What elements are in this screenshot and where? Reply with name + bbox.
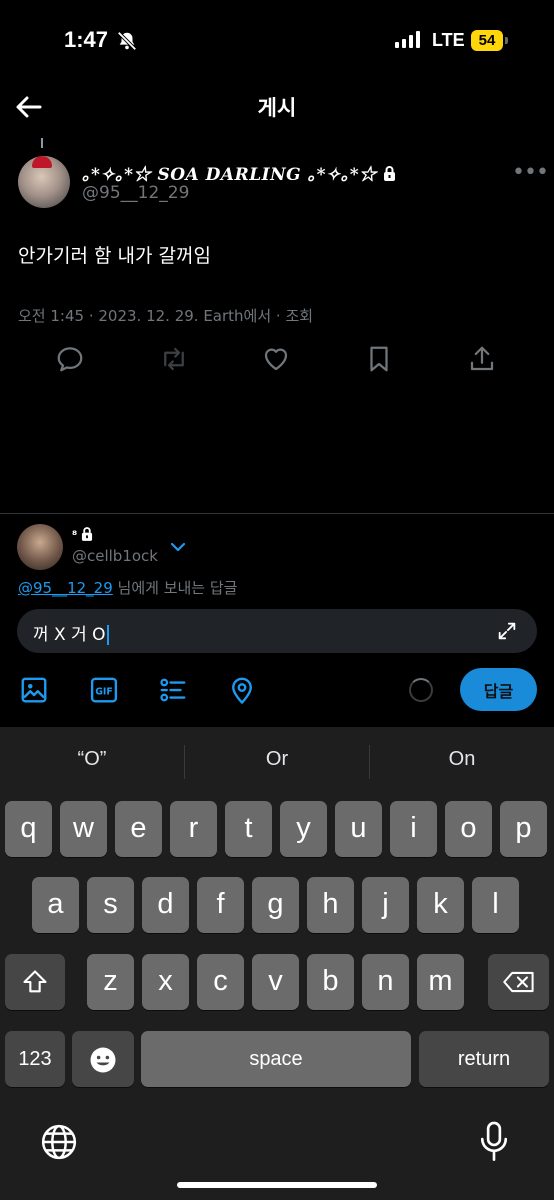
return-key[interactable]: return (419, 1031, 549, 1087)
image-icon[interactable] (19, 675, 49, 705)
emoji-key[interactable] (72, 1031, 134, 1087)
account-name[interactable]: ⁸ (72, 527, 93, 544)
replying-suffix: 님에게 보내는 답글 (112, 579, 238, 597)
reply-button[interactable]: 답글 (460, 668, 537, 711)
key-e[interactable]: e (115, 801, 162, 857)
shift-key[interactable] (5, 954, 65, 1010)
space-key[interactable]: space (141, 1031, 411, 1087)
account-name-text: ⁸ (72, 528, 78, 542)
key-y[interactable]: y (280, 801, 327, 857)
suggestion-1[interactable]: “O” (0, 748, 184, 771)
key-u[interactable]: u (335, 801, 382, 857)
reply-icon[interactable] (55, 344, 85, 378)
key-w[interactable]: w (60, 801, 107, 857)
replying-to: @95__12_29 님에게 보내는 답글 (18, 577, 237, 598)
suggestion-3[interactable]: On (370, 748, 554, 771)
mic-icon[interactable] (476, 1120, 512, 1168)
signal-icon (395, 31, 420, 48)
key-r[interactable]: r (170, 801, 217, 857)
numbers-key[interactable]: 123 (5, 1031, 65, 1087)
key-v[interactable]: v (252, 954, 299, 1010)
key-k[interactable]: k (417, 877, 464, 933)
key-j[interactable]: j (362, 877, 409, 933)
key-b[interactable]: b (307, 954, 354, 1010)
key-s[interactable]: s (87, 877, 134, 933)
lock-icon (81, 527, 93, 544)
bookmark-icon[interactable] (364, 344, 394, 378)
key-o[interactable]: o (445, 801, 492, 857)
thread-line (41, 138, 43, 148)
author-handle[interactable]: @95__12_29 (82, 183, 189, 203)
character-count-ring (409, 678, 433, 702)
poll-icon[interactable] (158, 675, 188, 705)
key-g[interactable]: g (252, 877, 299, 933)
avatar[interactable] (17, 524, 63, 570)
reply-input-value[interactable]: 꺼 X 거 O (33, 620, 109, 645)
key-c[interactable]: c (197, 954, 244, 1010)
emoji-icon (88, 1045, 118, 1083)
home-indicator (177, 1182, 377, 1188)
key-h[interactable]: h (307, 877, 354, 933)
key-p[interactable]: p (500, 801, 547, 857)
like-icon[interactable] (261, 344, 291, 378)
gif-icon[interactable]: GIF (89, 675, 119, 705)
page-title: 게시 (257, 96, 297, 120)
key-m[interactable]: m (417, 954, 464, 1010)
key-z[interactable]: z (87, 954, 134, 1010)
suggestion-2[interactable]: Or (185, 748, 369, 771)
account-handle: @cellb1ock (72, 547, 158, 565)
author-name[interactable]: ｡*✧｡*☆ SOA DARLING ｡*✧｡*☆ (82, 160, 396, 186)
share-icon[interactable] (467, 344, 497, 378)
text-caret (106, 625, 109, 645)
backspace-key[interactable] (488, 954, 549, 1010)
svg-text:GIF: GIF (95, 686, 113, 697)
post-meta: 오전 1:45 · 2023. 12. 29. Earth에서 · 조회 (18, 307, 314, 325)
key-i[interactable]: i (390, 801, 437, 857)
network-label: LTE (432, 30, 465, 50)
battery-level: 54 (471, 30, 503, 51)
more-icon[interactable]: ••• (512, 160, 549, 185)
key-l[interactable]: l (472, 877, 519, 933)
avatar[interactable] (18, 156, 70, 208)
bell-slash-icon (116, 30, 138, 56)
key-n[interactable]: n (362, 954, 409, 1010)
reply-input-text: 꺼 X 거 O (33, 625, 106, 645)
location-icon[interactable] (227, 675, 257, 705)
key-t[interactable]: t (225, 801, 272, 857)
key-d[interactable]: d (142, 877, 189, 933)
backspace-icon (502, 968, 536, 1004)
globe-icon[interactable] (39, 1122, 79, 1166)
battery-tip (505, 37, 508, 44)
author-name-text: ｡*✧｡*☆ SOA DARLING ｡*✧｡*☆ (82, 165, 377, 185)
key-q[interactable]: q (5, 801, 52, 857)
repost-icon[interactable] (159, 344, 189, 378)
divider (0, 513, 554, 514)
status-time: 1:47 (64, 27, 109, 52)
key-x[interactable]: x (142, 954, 189, 1010)
replying-mention[interactable]: @95__12_29 (18, 579, 113, 597)
expand-icon[interactable] (496, 620, 518, 646)
key-a[interactable]: a (32, 877, 79, 933)
post-text: 안가기러 함 내가 갈꺼임 (18, 245, 211, 267)
key-f[interactable]: f (197, 877, 244, 933)
shift-icon (21, 968, 49, 1004)
lock-icon (383, 165, 396, 186)
chevron-down-icon[interactable] (168, 537, 188, 561)
